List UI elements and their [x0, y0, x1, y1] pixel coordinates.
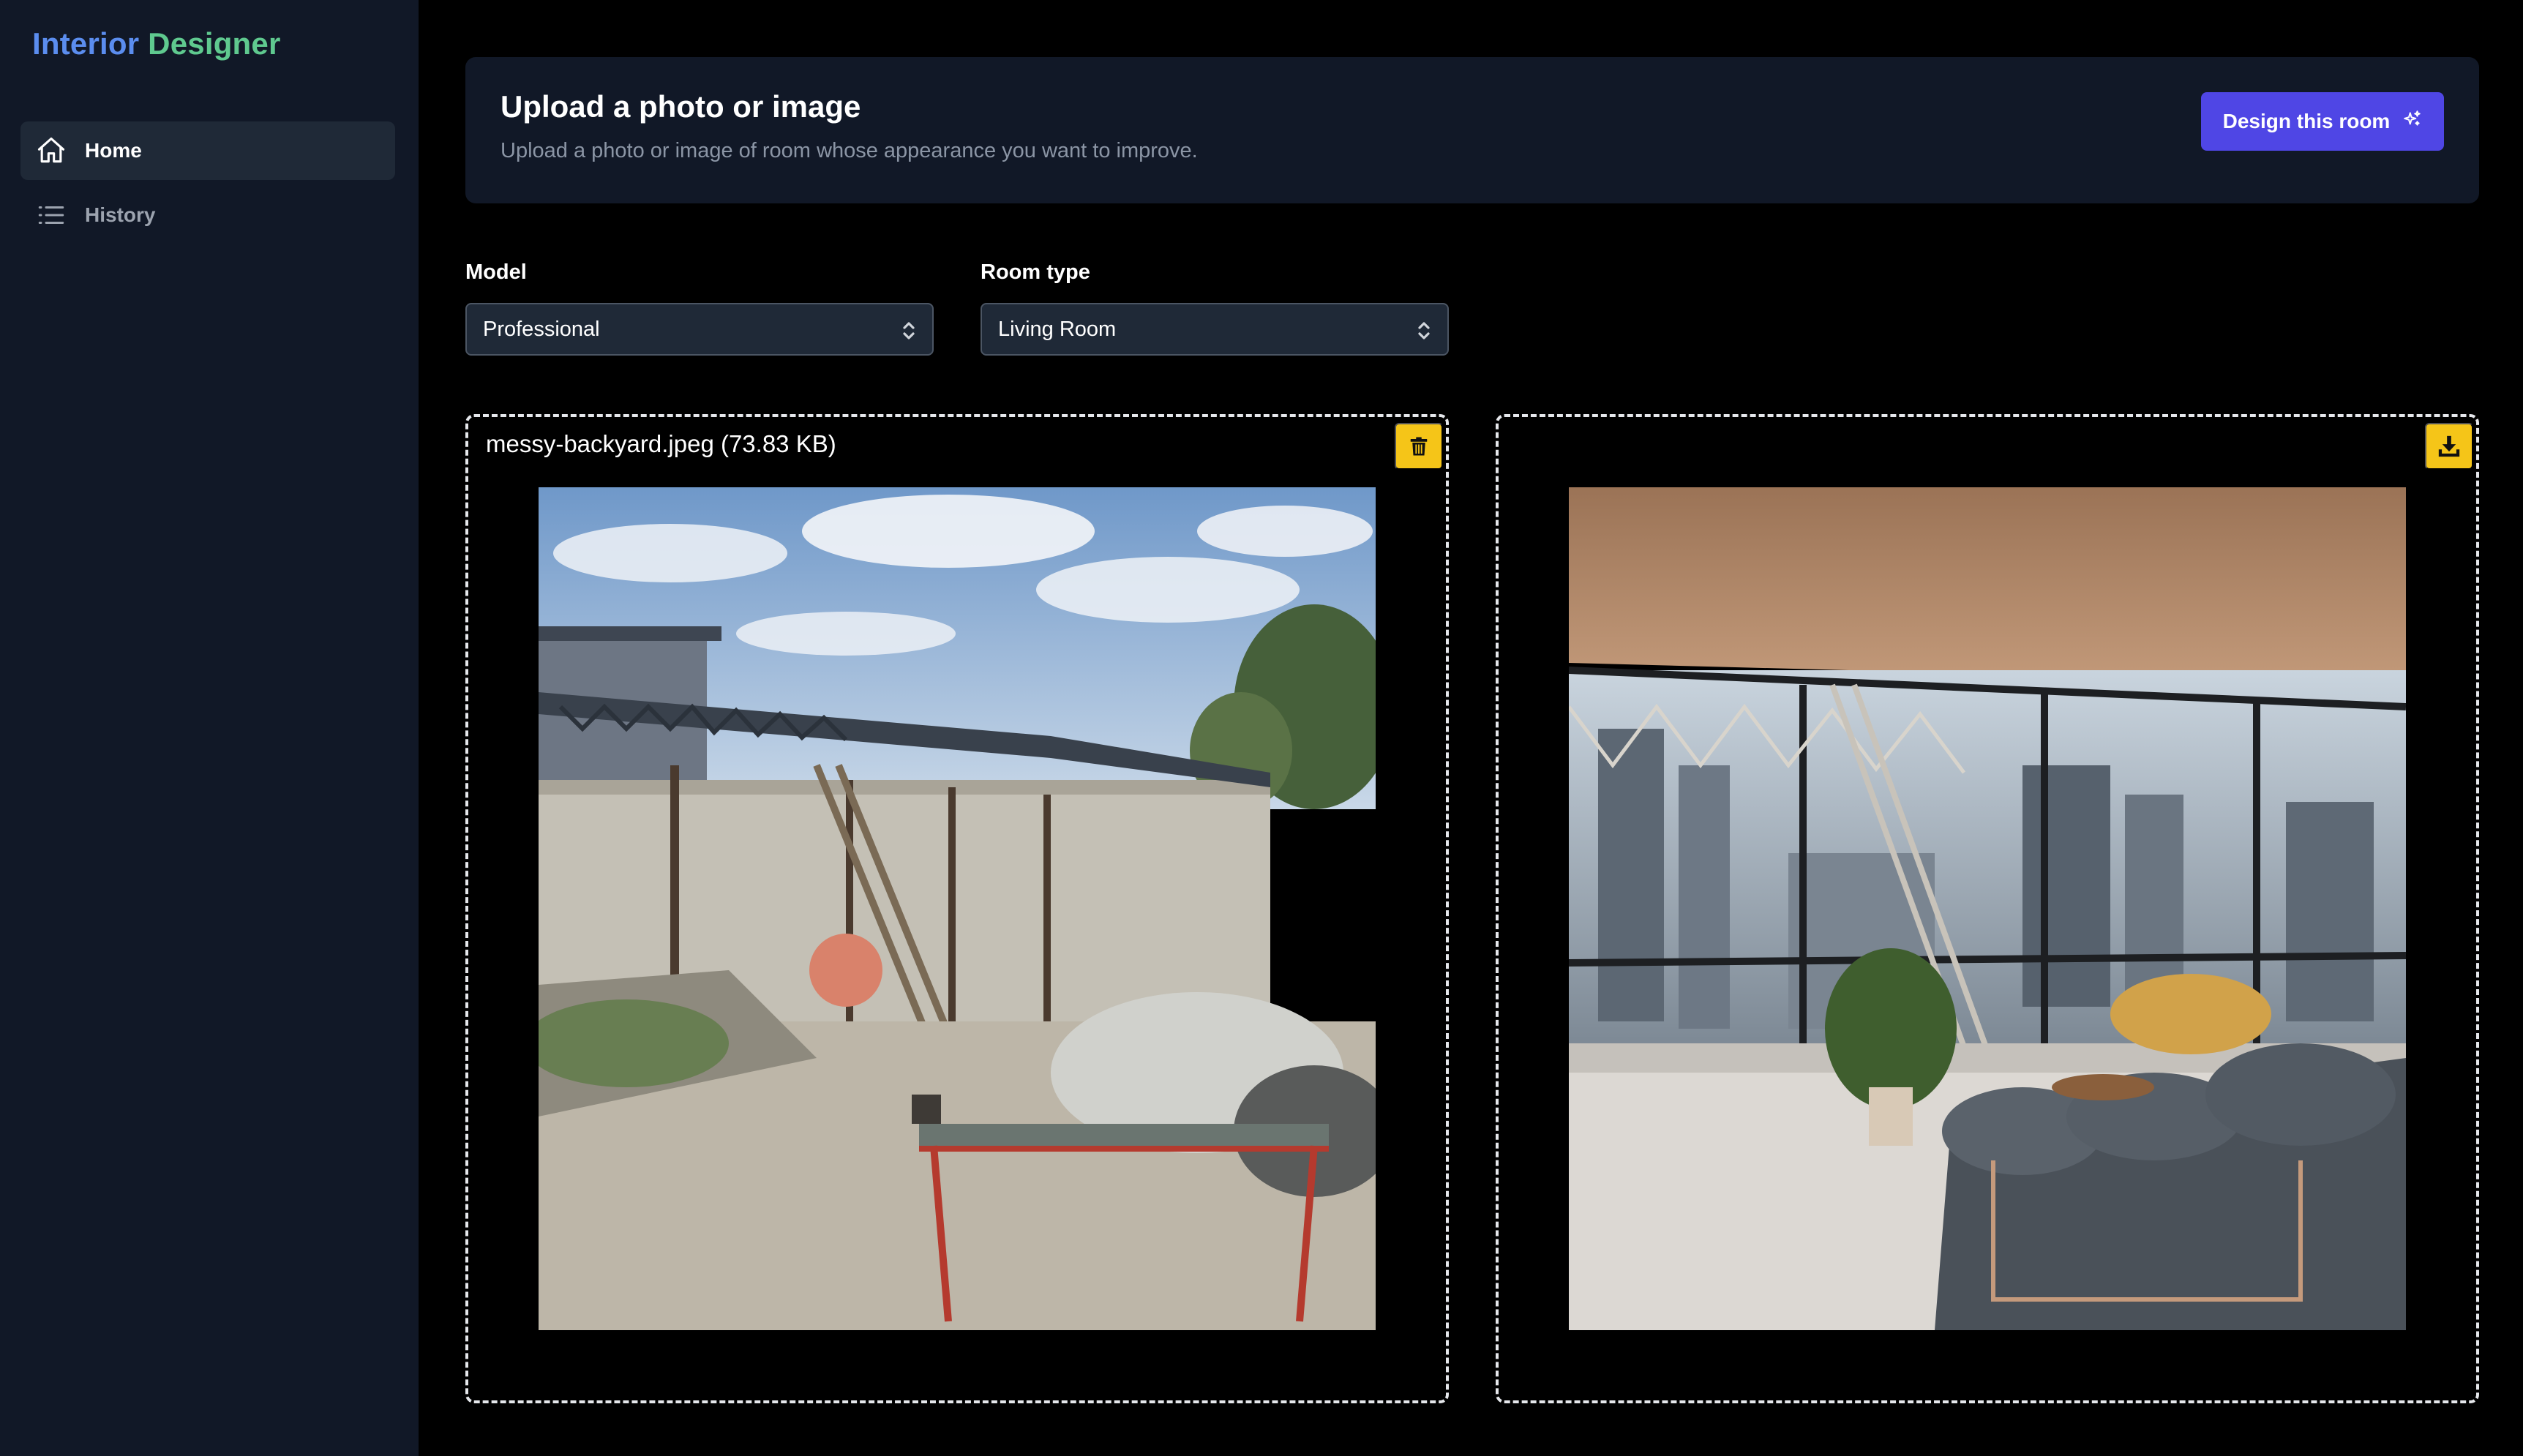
chevron-up-down-icon [1418, 322, 1430, 339]
sidebar-item-history[interactable]: History [20, 186, 395, 244]
app-title-part2: Designer [148, 26, 281, 61]
room-type-label: Room type [981, 260, 1090, 284]
app-root: Interior Designer Home History Upload a … [0, 0, 2523, 1456]
upload-card: Upload a photo or image Upload a photo o… [465, 57, 2479, 203]
design-room-button[interactable]: Design this room [2201, 92, 2444, 151]
output-photo [1569, 487, 2406, 1330]
page-subtitle: Upload a photo or image of room whose ap… [501, 139, 1198, 162]
sidebar-item-label: History [85, 203, 156, 226]
app-title-part1: Interior [32, 26, 140, 61]
room-type-select-value: Living Room [998, 317, 1117, 341]
output-image-panel [1496, 414, 2479, 1403]
file-name: messy-backyard.jpeg (73.83 KB) [486, 430, 836, 457]
input-image-panel[interactable]: messy-backyard.jpeg (73.83 KB) [465, 414, 1449, 1403]
trash-icon [1410, 437, 1428, 456]
design-room-button-label: Design this room [2222, 110, 2391, 132]
home-icon [34, 133, 69, 168]
sidebar: Interior Designer Home History [0, 0, 419, 1456]
list-icon [34, 198, 69, 233]
room-type-select[interactable]: Living Room [981, 303, 1449, 356]
chevron-up-down-icon [903, 322, 915, 339]
download-icon [2438, 435, 2460, 457]
sparkles-icon [2403, 110, 2422, 134]
input-photo [539, 487, 1376, 1330]
delete-image-button[interactable] [1395, 423, 1443, 470]
model-select-value: Professional [483, 317, 600, 341]
model-label: Model [465, 260, 527, 284]
download-image-button[interactable] [2425, 423, 2473, 470]
page-title: Upload a photo or image [501, 89, 861, 124]
sidebar-item-home[interactable]: Home [20, 121, 395, 180]
app-logo[interactable]: Interior Designer [32, 26, 281, 61]
sidebar-item-label: Home [85, 139, 142, 162]
model-select[interactable]: Professional [465, 303, 934, 356]
